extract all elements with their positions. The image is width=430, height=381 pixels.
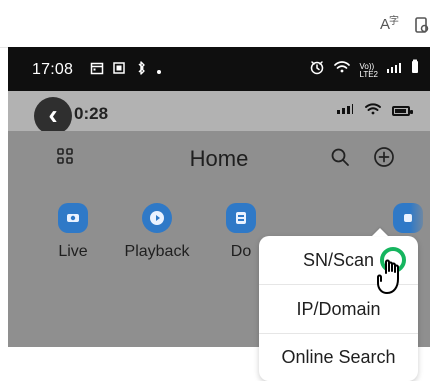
lte-indicator: Vo)) LTE2 <box>359 61 378 79</box>
bluetooth-icon <box>134 61 148 78</box>
phone-screen: 17:08 Vo)) LTE2 ‹ 0:28 Home Live Playbac… <box>8 47 430 381</box>
menu-item-label: SN/Scan <box>302 249 375 270</box>
text-size-superscript: 字 <box>389 16 399 27</box>
menu-item-label: IP/Domain <box>296 298 381 319</box>
menu-item-online-search[interactable]: Online Search <box>259 334 418 381</box>
quick-action-label-live: Live <box>58 243 88 260</box>
signal-icon <box>386 60 402 77</box>
wifi-icon <box>364 102 382 120</box>
hand-cursor-icon <box>372 253 412 299</box>
alarm-icon <box>309 59 325 78</box>
add-icon[interactable] <box>373 146 395 168</box>
search-icon[interactable] <box>330 147 350 167</box>
browser-toolbar-icons: A 字 <box>380 16 430 34</box>
notification-icon <box>112 61 126 78</box>
home-header: Home <box>8 131 430 181</box>
dot-icon <box>156 62 162 78</box>
quick-action-live[interactable]: Live <box>28 197 118 261</box>
lte-text-2: LTE2 <box>359 69 378 79</box>
battery-icon <box>410 59 420 78</box>
calendar-icon <box>90 61 104 78</box>
app-time: 0:28 <box>74 104 109 123</box>
text-size-icon[interactable]: A 字 <box>380 16 399 34</box>
device-icon <box>226 203 256 233</box>
android-status-bar: 17:08 Vo)) LTE2 <box>8 47 430 91</box>
popup-caret <box>372 228 388 236</box>
wifi-icon <box>333 60 351 77</box>
camera-icon <box>58 203 88 233</box>
quick-action-label-playback: Playback <box>124 243 190 260</box>
page-icon[interactable] <box>412 16 430 34</box>
app-right-status <box>336 102 413 120</box>
android-left-icons <box>90 61 162 78</box>
back-button[interactable]: ‹ <box>34 97 72 135</box>
quick-action-playback[interactable]: Playback <box>112 197 202 261</box>
page-title: Home <box>189 146 249 171</box>
android-right-icons: Vo)) LTE2 <box>309 59 420 78</box>
app-status-bar: ‹ 0:28 <box>8 91 430 135</box>
battery-tip <box>410 110 413 114</box>
page-icon-svg <box>415 17 429 33</box>
menu-item-label: Online Search <box>281 347 396 367</box>
browser-top-bar: A 字 <box>0 0 430 48</box>
battery-fill <box>395 109 406 113</box>
android-time: 17:08 <box>32 61 74 78</box>
battery-icon <box>392 106 413 116</box>
playback-icon <box>142 203 172 233</box>
signal-icon <box>336 102 354 120</box>
